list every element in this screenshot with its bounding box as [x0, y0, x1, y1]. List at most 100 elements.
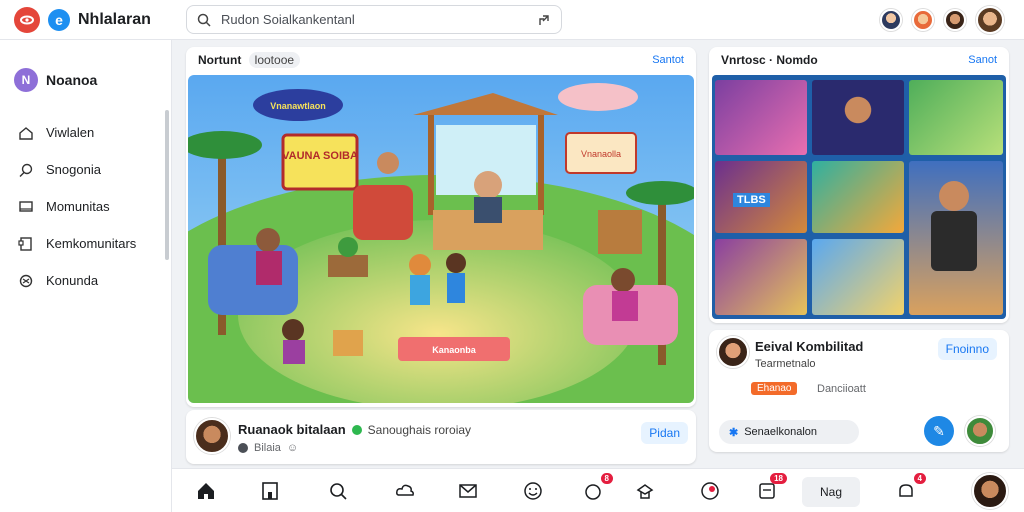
nav-marketplace[interactable]: [633, 479, 657, 503]
message-input[interactable]: ✱ Senaelkonalon: [719, 420, 859, 444]
post-author-name[interactable]: Ruanaok bitalaan: [238, 422, 346, 437]
feature-card-title: Nortunt: [198, 53, 242, 67]
sidebar-item-label: Kemkomunitars: [46, 236, 137, 251]
sidebar-item-konunda[interactable]: Konunda: [18, 262, 136, 299]
sidebar-profile[interactable]: N Noanoa: [14, 68, 97, 92]
nav-chat[interactable]: 18: [755, 473, 787, 503]
nav-home[interactable]: [194, 479, 218, 503]
alerts-badge: 4: [913, 473, 926, 484]
video-tile[interactable]: [812, 239, 904, 315]
video-tile[interactable]: [812, 80, 904, 155]
reaction-icon: ☺: [286, 442, 299, 454]
post-action-button[interactable]: Pidan: [641, 422, 688, 444]
profile-card-tag-note: Danciioatt: [817, 383, 866, 395]
profile-card-role: Tearmetnalo: [755, 358, 816, 370]
nav-messages[interactable]: [456, 479, 480, 503]
sidebar-item-label: Momunitas: [46, 199, 110, 214]
person-figure-icon: [931, 211, 977, 271]
profile-card-action-button[interactable]: Fnoinno: [937, 338, 997, 360]
post-author-subtitle: Sanoughais roroiay: [367, 422, 472, 437]
sidebar-item-kemkomunitars[interactable]: Kemkomunitars: [18, 225, 136, 262]
profile-card: Eeival Kombilitad Tearmetnalo Ehanao Dan…: [709, 330, 1009, 452]
scene-floor-sign: Kanaonba: [432, 345, 477, 355]
bottom-nav: 8 18 Nag 4: [172, 468, 1024, 512]
nav-label-button[interactable]: Nag: [802, 477, 860, 507]
post-composer: Ruanaok bitalaan Sanoughais roroiay Bila…: [186, 410, 696, 464]
sidebar-item-label: Snogonia: [46, 162, 101, 177]
sidebar-item-snogonia[interactable]: Snogonia: [18, 151, 136, 188]
app-logo-icon: [14, 7, 40, 33]
feature-card-chip[interactable]: lootooe: [248, 52, 301, 68]
profile-card-name[interactable]: Eeival Kombilitad: [755, 339, 863, 354]
friend-avatar[interactable]: [880, 9, 902, 31]
home-outline-icon: [19, 126, 33, 140]
video-grid-link[interactable]: Sanot: [968, 54, 997, 66]
nav-label: Nag: [819, 485, 842, 499]
app-name: Nhlalaran: [78, 11, 151, 28]
video-tile[interactable]: [715, 239, 807, 315]
friend-avatar[interactable]: [912, 9, 934, 31]
scene-sign-top: Vnanawtlaon: [270, 101, 326, 111]
nav-notifications[interactable]: 8: [581, 473, 613, 503]
video-grid-header: Vnrtosc · Nomdo Sanot: [709, 47, 1009, 73]
video-tile[interactable]: [909, 161, 1003, 315]
brand[interactable]: e Nhlalaran: [14, 7, 151, 33]
account-avatar[interactable]: [972, 473, 1008, 509]
people-icon: [19, 274, 33, 287]
profile-card-tag[interactable]: Ehanao: [751, 382, 798, 395]
top-bar: e Nhlalaran: [0, 0, 1024, 40]
search-icon: [330, 483, 347, 500]
monitor-icon: [19, 200, 33, 212]
share-icon[interactable]: [537, 13, 551, 27]
post-meta: Bilaia: [254, 442, 281, 454]
building-icon: [262, 482, 278, 500]
search-icon: [197, 13, 211, 27]
app-e-logo-icon: e: [48, 9, 70, 31]
nav-alerts[interactable]: 4: [894, 473, 926, 503]
nav-emoji[interactable]: [521, 479, 545, 503]
home-icon: [198, 483, 214, 499]
globe-icon: [238, 443, 248, 453]
search-icon: [19, 163, 33, 177]
contact-avatar[interactable]: [965, 416, 995, 446]
sidebar-scrollbar[interactable]: [165, 110, 169, 260]
send-icon[interactable]: ✎: [924, 416, 954, 446]
message-input-label: Senaelkonalon: [744, 426, 818, 438]
search-box[interactable]: [186, 5, 562, 34]
sidebar-nav: Viwlalen Snogonia Momunitas Kemkomunitar…: [18, 114, 136, 299]
video-tile[interactable]: TLBS: [715, 161, 807, 233]
nav-search[interactable]: [326, 479, 350, 503]
feature-card: Nortunt lootooe Santot VAUNA SOIBA Vnana…: [186, 47, 696, 407]
chat-badge: 18: [770, 473, 787, 484]
verified-icon: [351, 424, 362, 435]
search-input[interactable]: [221, 12, 537, 27]
sidebar-item-label: Viwlalen: [46, 125, 95, 140]
video-tile[interactable]: [812, 161, 904, 233]
sidebar-item-viwlalen[interactable]: Viwlalen: [18, 114, 136, 151]
scene-sign-left: VAUNA SOIBA: [282, 150, 358, 162]
nav-pages[interactable]: [258, 479, 282, 503]
nav-cloud[interactable]: [393, 479, 417, 503]
person-figure-icon: [939, 181, 969, 211]
video-grid: TLBS: [712, 75, 1006, 319]
alert-bell-icon: [899, 484, 913, 497]
profile-card-avatar[interactable]: [717, 336, 749, 368]
friend-avatar[interactable]: [944, 9, 966, 31]
mail-icon: [459, 484, 477, 498]
user-avatar[interactable]: [976, 6, 1004, 34]
profile-name: Noanoa: [46, 72, 98, 88]
feature-illustration[interactable]: VAUNA SOIBA Vnanawtlaon Vnanaolla Kanaon…: [188, 75, 694, 403]
sidebar-item-momunitas[interactable]: Momunitas: [18, 188, 136, 225]
video-grid-card: Vnrtosc · Nomdo Sanot TLBS: [709, 47, 1009, 323]
bell-icon: [585, 484, 601, 500]
smile-icon: [524, 482, 542, 500]
feature-card-header: Nortunt lootooe Santot: [186, 47, 696, 73]
video-tile[interactable]: [715, 80, 807, 155]
nav-groups[interactable]: [698, 479, 722, 503]
post-author-avatar[interactable]: [194, 418, 230, 454]
pages-icon: [18, 236, 32, 251]
feature-card-link[interactable]: Santot: [652, 54, 684, 66]
cloud-icon: [396, 484, 414, 496]
video-tile[interactable]: [909, 80, 1003, 155]
video-tile-label: TLBS: [733, 193, 770, 207]
